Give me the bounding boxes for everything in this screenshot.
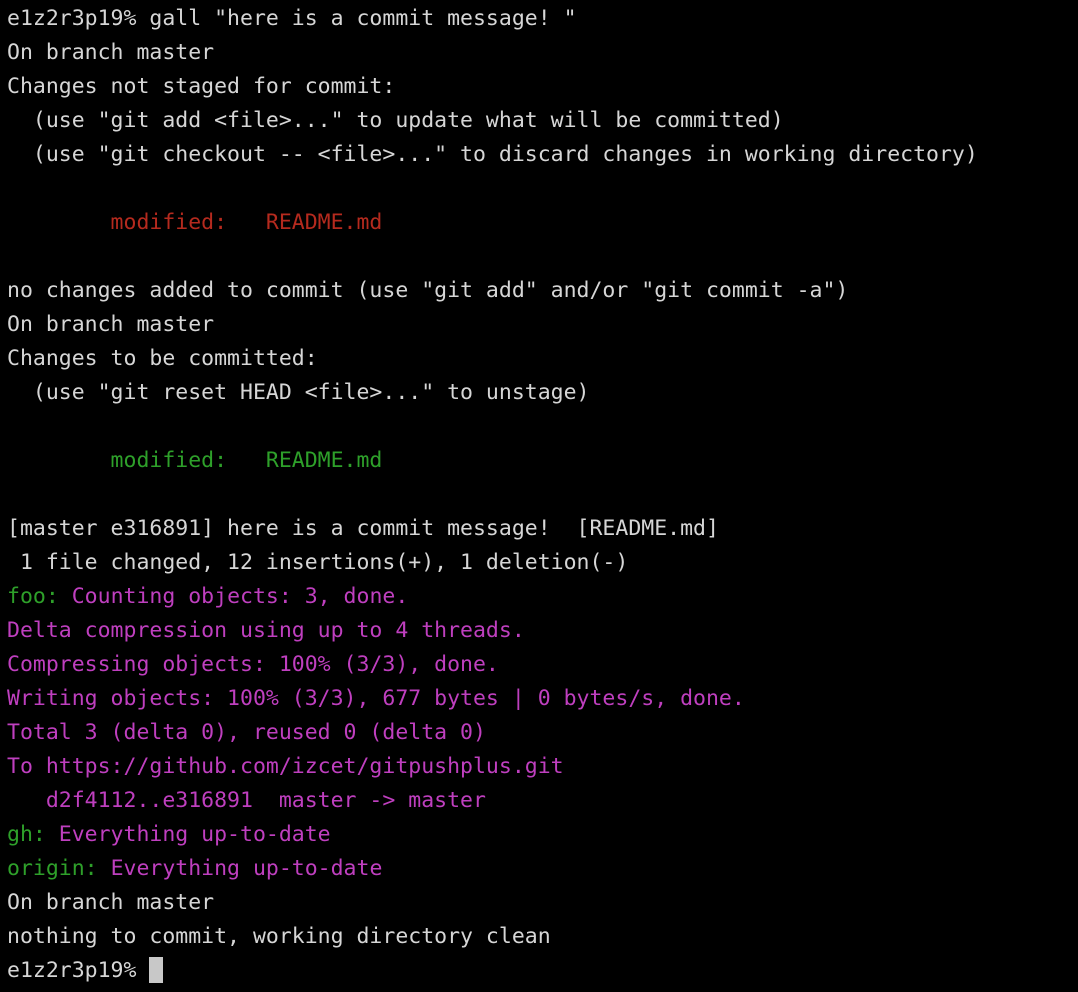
terminal-output-screen[interactable]: e1z2r3p19% gall "here is a commit messag…	[0, 0, 1078, 988]
terminal-line: On branch master	[7, 308, 1078, 342]
terminal-line: foo: Counting objects: 3, done.	[7, 580, 1078, 614]
terminal-text-segment: nothing to commit, working directory cle…	[7, 924, 551, 949]
terminal-line: On branch master	[7, 36, 1078, 70]
terminal-line: gh: Everything up-to-date	[7, 818, 1078, 852]
terminal-text-segment: On branch master	[7, 890, 215, 915]
terminal-line: (use "git add <file>..." to update what …	[7, 104, 1078, 138]
terminal-text-segment: modified: README.md	[7, 210, 383, 235]
terminal-line: origin: Everything up-to-date	[7, 852, 1078, 886]
terminal-text-segment: Writing objects: 100% (3/3), 677 bytes |…	[7, 686, 745, 711]
terminal-text-segment: foo:	[7, 584, 72, 609]
terminal-text-segment: 1 file changed, 12 insertions(+), 1 dele…	[7, 550, 629, 575]
terminal-line: Changes not staged for commit:	[7, 70, 1078, 104]
terminal-text-segment: [master e316891] here is a commit messag…	[7, 516, 719, 541]
terminal-line: d2f4112..e316891 master -> master	[7, 784, 1078, 818]
terminal-line: e1z2r3p19%	[7, 954, 1078, 988]
terminal-text-segment: On branch master	[7, 312, 215, 337]
terminal-text-segment: no changes added to commit (use "git add…	[7, 278, 849, 303]
terminal-text-segment: gh:	[7, 822, 59, 847]
terminal-text-segment: (use "git reset HEAD <file>..." to unsta…	[7, 380, 590, 405]
terminal-cursor	[149, 957, 164, 983]
terminal-line: On branch master	[7, 886, 1078, 920]
terminal-text-segment: Changes not staged for commit:	[7, 74, 396, 99]
terminal-text-segment: e1z2r3p19%	[7, 958, 150, 983]
terminal-line: Changes to be committed:	[7, 342, 1078, 376]
terminal-text-segment: Changes to be committed:	[7, 346, 318, 371]
terminal-text-segment: Everything up-to-date	[110, 856, 383, 881]
terminal-line: Compressing objects: 100% (3/3), done.	[7, 648, 1078, 682]
terminal-window[interactable]: e1z2r3p19% gall "here is a commit messag…	[0, 0, 1078, 992]
terminal-text-segment: d2f4112..e316891 master -> master	[7, 788, 486, 813]
terminal-text-segment: e1z2r3p19% gall "here is a commit messag…	[7, 6, 577, 31]
terminal-text-segment: Compressing objects: 100% (3/3), done.	[7, 652, 499, 677]
terminal-line: [master e316891] here is a commit messag…	[7, 512, 1078, 546]
terminal-line: To https://github.com/izcet/gitpushplus.…	[7, 750, 1078, 784]
terminal-line: e1z2r3p19% gall "here is a commit messag…	[7, 2, 1078, 36]
terminal-line: 1 file changed, 12 insertions(+), 1 dele…	[7, 546, 1078, 580]
terminal-line: Total 3 (delta 0), reused 0 (delta 0)	[7, 716, 1078, 750]
terminal-text-segment: Delta compression using up to 4 threads.	[7, 618, 525, 643]
terminal-line: Writing objects: 100% (3/3), 677 bytes |…	[7, 682, 1078, 716]
terminal-line: Delta compression using up to 4 threads.	[7, 614, 1078, 648]
terminal-text-segment: To https://github.com/izcet/gitpushplus.…	[7, 754, 564, 779]
terminal-text-segment: Everything up-to-date	[58, 822, 331, 847]
terminal-text-segment: On branch master	[7, 40, 215, 65]
terminal-line: nothing to commit, working directory cle…	[7, 920, 1078, 954]
terminal-text-segment: Counting objects: 3, done.	[71, 584, 409, 609]
terminal-line: modified: README.md	[7, 444, 1078, 478]
terminal-line: modified: README.md	[7, 206, 1078, 240]
terminal-text-segment: (use "git checkout -- <file>..." to disc…	[7, 142, 978, 167]
terminal-line: (use "git reset HEAD <file>..." to unsta…	[7, 376, 1078, 410]
terminal-text-segment: Total 3 (delta 0), reused 0 (delta 0)	[7, 720, 486, 745]
terminal-line: no changes added to commit (use "git add…	[7, 274, 1078, 308]
terminal-line: (use "git checkout -- <file>..." to disc…	[7, 138, 1078, 172]
terminal-text-segment: origin:	[7, 856, 111, 881]
terminal-text-segment: modified: README.md	[7, 448, 383, 473]
terminal-text-segment: (use "git add <file>..." to update what …	[7, 108, 784, 133]
